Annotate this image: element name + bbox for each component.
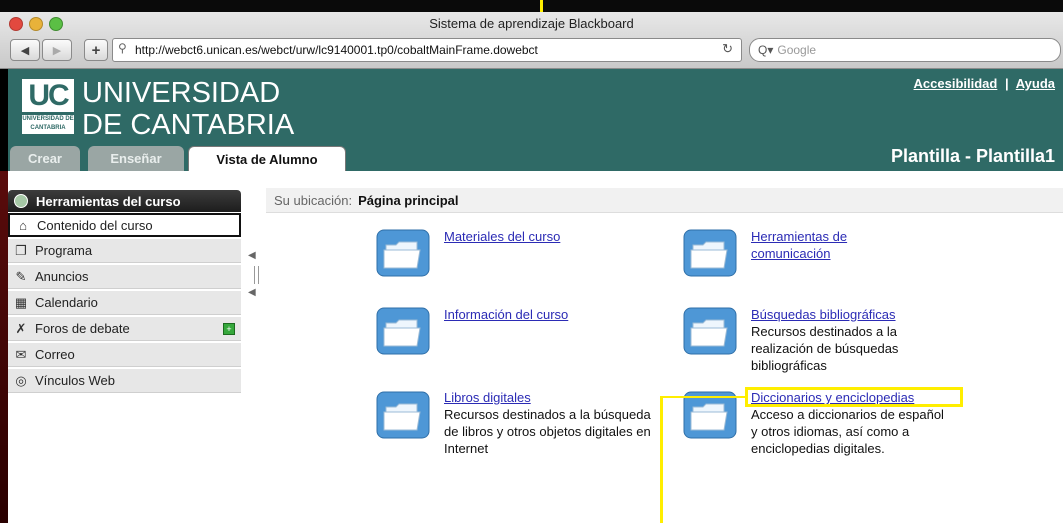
annotation-line-vertical bbox=[660, 396, 663, 523]
sidebar-header[interactable]: Herramientas del curso bbox=[8, 190, 241, 212]
folder-icon[interactable] bbox=[376, 228, 430, 283]
announcement-icon: ✎ bbox=[15, 268, 27, 284]
help-link[interactable]: Ayuda bbox=[1016, 76, 1055, 91]
search-input[interactable]: Q▾ Google bbox=[749, 38, 1061, 62]
breadcrumb: Su ubicación: Página principal bbox=[266, 188, 1063, 213]
sidebar-resize-handle[interactable] bbox=[254, 266, 259, 284]
sidebar-item-label: Contenido del curso bbox=[37, 217, 153, 233]
home-icon: ⌂ bbox=[19, 217, 27, 233]
tab-ensenar[interactable]: Enseñar bbox=[88, 146, 184, 171]
sidebar-item-label: Programa bbox=[35, 243, 93, 258]
header-links: Accesibilidad | Ayuda bbox=[914, 76, 1055, 91]
search-placeholder: Google bbox=[777, 43, 817, 57]
top-dark-strip bbox=[0, 0, 1063, 12]
globe-icon: ◎ bbox=[15, 372, 27, 388]
course-title: Plantilla - Plantilla1 bbox=[890, 146, 1055, 166]
accessibility-link[interactable]: Accesibilidad bbox=[914, 76, 998, 91]
collapse-circle-icon[interactable] bbox=[14, 194, 28, 208]
folder-link-herramientas[interactable]: Herramientas de comunicación bbox=[751, 228, 901, 262]
sidebar-item-correo[interactable]: ✉ Correo bbox=[8, 343, 241, 367]
folder-icon[interactable] bbox=[683, 306, 737, 361]
back-arrow-icon: ◀ bbox=[20, 44, 30, 57]
sidebar-item-programa[interactable]: ❐ Programa bbox=[8, 239, 241, 263]
folder-icon[interactable] bbox=[683, 390, 737, 445]
folder-link-libros[interactable]: Libros digitales bbox=[444, 389, 644, 406]
uc-logo-subtext: UNIVERSIDAD DE CANTABRIA bbox=[22, 115, 74, 134]
collapse-sidebar-arrow-icon[interactable]: ◀ bbox=[248, 287, 256, 298]
sidebar-item-contenido[interactable]: ⌂ Contenido del curso bbox=[8, 213, 241, 237]
breadcrumb-current: Página principal bbox=[358, 192, 459, 208]
left-edge-background bbox=[0, 171, 8, 523]
forward-button[interactable]: ▶ bbox=[42, 39, 72, 61]
reload-icon[interactable]: ↻ bbox=[722, 41, 733, 57]
browser-chrome: Sistema de aprendizaje Blackboard ◀ ▶ + … bbox=[0, 12, 1063, 69]
tab-crear[interactable]: Crear bbox=[10, 146, 80, 171]
address-bar[interactable]: ⚲ http://webct6.unican.es/webct/urw/lc91… bbox=[112, 38, 742, 62]
window-title: Sistema de aprendizaje Blackboard bbox=[429, 16, 634, 31]
folder-link-materiales[interactable]: Materiales del curso bbox=[444, 228, 644, 245]
sidebar-item-anuncios[interactable]: ✎ Anuncios bbox=[8, 265, 241, 289]
university-name-line1: UNIVERSIDAD bbox=[82, 77, 281, 109]
annotation-line-horizontal bbox=[662, 396, 746, 398]
new-posts-badge: + bbox=[223, 323, 235, 335]
folder-link-busquedas[interactable]: Búsquedas bibliográficas bbox=[751, 306, 951, 323]
university-name-line2: DE CANTABRIA bbox=[82, 109, 295, 141]
url-text: http://webct6.unican.es/webct/urw/lc9140… bbox=[135, 43, 538, 57]
back-button[interactable]: ◀ bbox=[10, 39, 40, 61]
site-icon: ⚲ bbox=[118, 41, 127, 55]
add-bookmark-button[interactable]: + bbox=[84, 39, 108, 61]
folder-description: Recursos destinados a la realización de … bbox=[751, 324, 899, 373]
collapse-sidebar-arrow-icon[interactable]: ◀ bbox=[248, 250, 256, 261]
folder-icon[interactable] bbox=[683, 228, 737, 283]
link-separator: | bbox=[1004, 76, 1009, 91]
uc-logo: UC bbox=[22, 79, 74, 112]
folder-description: Acceso a diccionarios de español y otros… bbox=[751, 407, 944, 456]
sidebar-item-label: Vínculos Web bbox=[35, 373, 115, 388]
folder-icon[interactable] bbox=[376, 306, 430, 361]
plus-icon: + bbox=[91, 41, 101, 59]
tab-vista-de-alumno[interactable]: Vista de Alumno bbox=[188, 146, 346, 172]
breadcrumb-label: Su ubicación: bbox=[274, 192, 353, 208]
annotation-highlight-box bbox=[745, 387, 963, 407]
mail-icon: ✉ bbox=[15, 346, 27, 362]
calendar-icon: ▦ bbox=[14, 294, 28, 310]
sidebar-item-foros[interactable]: ✗ Foros de debate + bbox=[8, 317, 241, 341]
sidebar-item-calendario[interactable]: ▦ Calendario bbox=[8, 291, 241, 315]
pushpin-icon: ✗ bbox=[15, 320, 27, 336]
site-header: UC UNIVERSIDAD DE CANTABRIA UNIVERSIDAD … bbox=[8, 69, 1063, 172]
sidebar-item-label: Anuncios bbox=[35, 269, 89, 284]
folder-description: Recursos destinados a la búsqueda de lib… bbox=[444, 407, 651, 456]
folder-link-informacion[interactable]: Información del curso bbox=[444, 306, 644, 323]
sidebar-item-vinculos[interactable]: ◎ Vínculos Web bbox=[8, 369, 241, 393]
search-icon: Q▾ bbox=[758, 43, 774, 57]
sidebar-title: Herramientas del curso bbox=[36, 193, 181, 209]
syllabus-icon: ❐ bbox=[15, 242, 27, 258]
sidebar-item-label: Correo bbox=[35, 347, 75, 362]
folder-icon[interactable] bbox=[376, 390, 430, 445]
sidebar-item-label: Calendario bbox=[35, 295, 98, 310]
forward-arrow-icon: ▶ bbox=[52, 44, 62, 57]
sidebar-item-label: Foros de debate bbox=[35, 321, 130, 336]
